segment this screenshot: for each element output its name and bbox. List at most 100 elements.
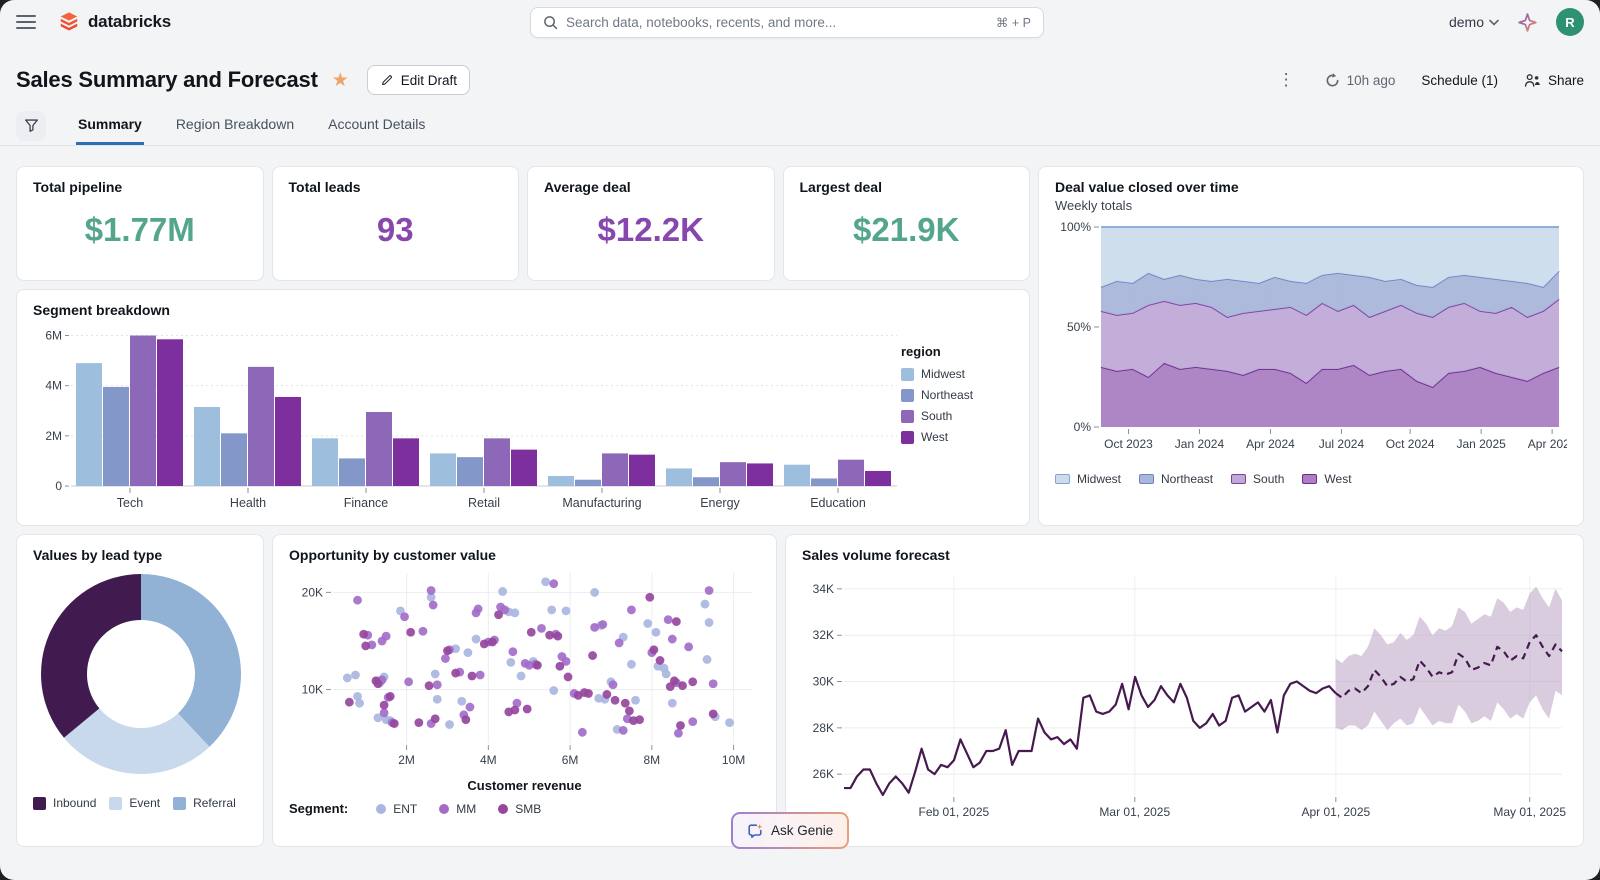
svg-text:32K: 32K (813, 628, 834, 642)
grouped-bar-chart[interactable]: 02M4M6MTechHealthFinanceRetailManufactur… (33, 318, 901, 514)
svg-text:Manufacturing: Manufacturing (562, 496, 641, 510)
svg-text:Apr 2025: Apr 2025 (1528, 437, 1567, 451)
tab-account-details[interactable]: Account Details (326, 106, 427, 145)
search-icon (543, 15, 558, 30)
legend-item[interactable]: Inbound (33, 796, 96, 810)
legend-title: region (901, 344, 997, 359)
ask-genie-button[interactable]: Ask Genie (731, 812, 849, 849)
legend-item[interactable]: West (1302, 472, 1351, 486)
chart-title: Deal value closed over time (1055, 179, 1567, 195)
filter-button[interactable] (16, 111, 46, 141)
svg-text:2M: 2M (45, 429, 62, 443)
legend-item[interactable]: Event (109, 796, 160, 810)
svg-text:Jan 2024: Jan 2024 (1175, 437, 1225, 451)
edit-draft-button[interactable]: Edit Draft (367, 65, 470, 95)
legend-swatch (901, 431, 914, 444)
chart-title: Opportunity by customer value (289, 547, 760, 563)
kpi-value: 93 (289, 211, 503, 249)
assistant-sparkle-icon[interactable] (1517, 12, 1538, 33)
ask-genie-label: Ask Genie (771, 823, 833, 838)
legend-swatch (1055, 474, 1070, 484)
genie-icon (747, 823, 763, 839)
svg-text:8M: 8M (644, 753, 661, 767)
legend-swatch (901, 368, 914, 381)
kpi-value: $12.2K (544, 211, 758, 249)
legend-item[interactable]: Northeast (1139, 472, 1213, 486)
kpi-card-average-deal: Average deal $12.2K (527, 166, 775, 281)
svg-text:Oct 2023: Oct 2023 (1104, 437, 1153, 451)
refresh-status[interactable]: 10h ago (1325, 73, 1396, 88)
scatter-x-axis-label: Customer revenue (289, 778, 760, 793)
svg-text:Mar 01, 2025: Mar 01, 2025 (1099, 805, 1170, 819)
legend-swatch (439, 804, 449, 814)
svg-text:Feb 01, 2025: Feb 01, 2025 (918, 805, 989, 819)
stacked-area-chart[interactable]: 0%50%100%Oct 2023Jan 2024Apr 2024Jul 202… (1055, 213, 1567, 461)
legend-label: Referral (193, 796, 236, 810)
databricks-wordmark: databricks (88, 12, 171, 32)
share-button[interactable]: Share (1524, 73, 1584, 88)
pencil-icon (380, 73, 394, 87)
legend-label: Midwest (921, 367, 965, 381)
workspace-selector[interactable]: demo (1449, 14, 1499, 30)
favorite-star-icon[interactable]: ★ (332, 69, 349, 92)
tab-summary[interactable]: Summary (76, 106, 144, 145)
hamburger-menu-icon[interactable] (16, 15, 36, 29)
legend-item[interactable]: SMB (498, 802, 541, 816)
chart-card-values-by-lead-type: Values by lead type Inbound Event Referral (16, 534, 264, 847)
legend-label: ENT (393, 802, 417, 816)
svg-text:10M: 10M (722, 753, 745, 767)
svg-text:4M: 4M (480, 753, 497, 767)
kpi-label: Total pipeline (33, 179, 247, 195)
search-input[interactable] (566, 15, 988, 30)
schedule-button[interactable]: Schedule (1) (1421, 73, 1498, 88)
svg-text:0: 0 (55, 479, 62, 493)
legend-item[interactable]: ENT (376, 802, 417, 816)
legend-label: Inbound (53, 796, 96, 810)
legend-label: West (921, 430, 948, 444)
kpi-value: $21.9K (800, 211, 1014, 249)
legend-item[interactable]: Midwest (901, 367, 997, 381)
legend-item[interactable]: MM (439, 802, 476, 816)
donut-chart[interactable] (33, 563, 249, 785)
legend-item[interactable]: Northeast (901, 388, 997, 402)
svg-text:100%: 100% (1060, 220, 1091, 234)
svg-text:20K: 20K (302, 585, 323, 599)
legend-title: Segment: (289, 801, 348, 816)
chart-title: Values by lead type (33, 547, 247, 563)
legend-label: South (921, 409, 952, 423)
tab-region-breakdown[interactable]: Region Breakdown (174, 106, 296, 145)
legend-swatch (901, 410, 914, 423)
legend-item[interactable]: South (901, 409, 997, 423)
chart-title: Sales volume forecast (802, 547, 1567, 563)
legend-label: South (1253, 472, 1284, 486)
svg-text:Apr 01, 2025: Apr 01, 2025 (1301, 805, 1370, 819)
global-search[interactable]: ⌘ + P (530, 7, 1044, 38)
share-people-icon (1524, 73, 1541, 88)
user-avatar[interactable]: R (1556, 8, 1584, 36)
forecast-line-chart[interactable]: 26K28K30K32K34KFeb 01, 2025Mar 01, 2025A… (802, 563, 1574, 825)
svg-text:Energy: Energy (700, 496, 740, 510)
svg-text:28K: 28K (813, 721, 834, 735)
svg-text:Tech: Tech (117, 496, 143, 510)
kpi-card-largest-deal: Largest deal $21.9K (783, 166, 1031, 281)
filter-funnel-icon (24, 118, 39, 133)
kpi-label: Average deal (544, 179, 758, 195)
scatter-chart[interactable]: 2M4M6M8M10M10K20K (289, 563, 762, 771)
legend-item[interactable]: Referral (173, 796, 236, 810)
databricks-logo[interactable]: databricks (58, 11, 171, 33)
overflow-menu-icon[interactable]: ⋮ (1274, 70, 1299, 90)
legend-swatch (33, 797, 46, 810)
legend-item[interactable]: South (1231, 472, 1284, 486)
chart-card-deal-value-over-time: Deal value closed over time Weekly total… (1038, 166, 1584, 526)
bar-chart-legend: region Midwest Northeast South West (901, 318, 997, 514)
legend-swatch (173, 797, 186, 810)
svg-text:6M: 6M (45, 329, 62, 343)
legend-item[interactable]: West (901, 430, 997, 444)
legend-label: Midwest (1077, 472, 1121, 486)
dashboard-header: Sales Summary and Forecast ★ Edit Draft … (0, 60, 1600, 100)
chevron-down-icon (1489, 19, 1499, 26)
svg-text:Education: Education (810, 496, 866, 510)
legend-label: SMB (515, 802, 541, 816)
legend-item[interactable]: Midwest (1055, 472, 1121, 486)
chart-subtitle: Weekly totals (1055, 198, 1567, 213)
